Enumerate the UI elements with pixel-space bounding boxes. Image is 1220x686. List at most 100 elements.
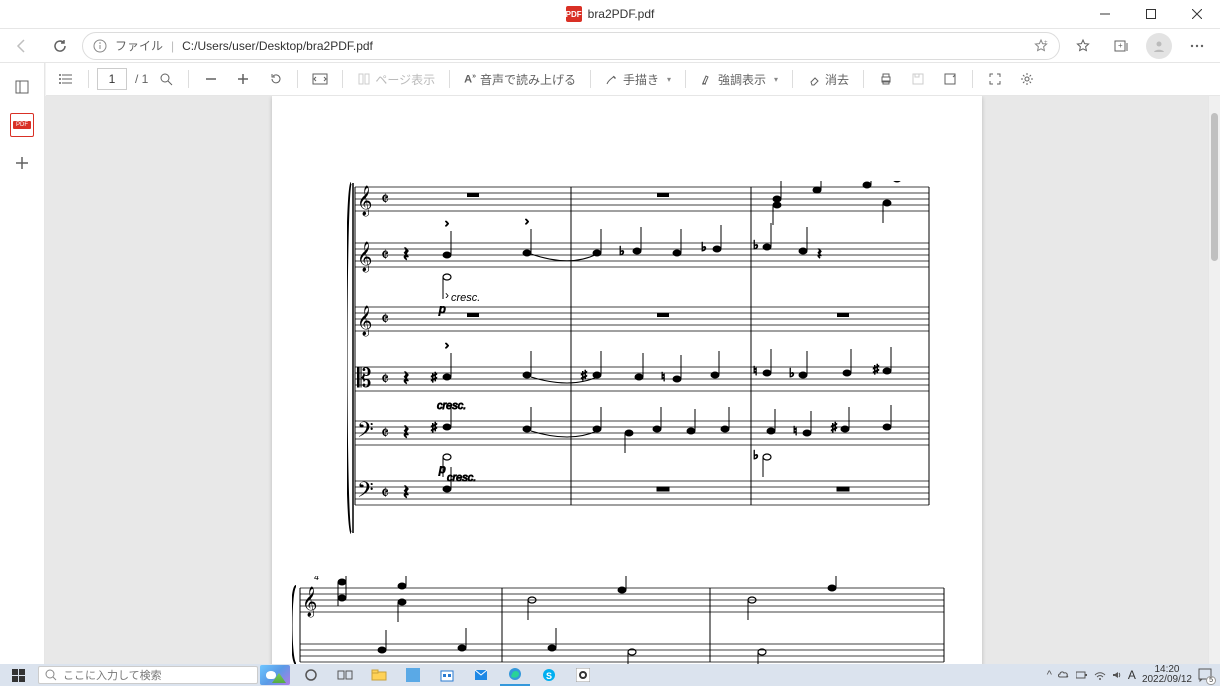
music-score-system-1: 𝄞 𝄞 𝄞 𝄡 𝄢 𝄢 𝄵𝄵𝄵𝄵𝄵𝄵	[347, 181, 937, 541]
svg-text:♮: ♮	[661, 370, 665, 384]
svg-text:𝄞: 𝄞	[302, 586, 317, 618]
taskbar-weather[interactable]	[260, 664, 290, 686]
svg-text:›: ›	[445, 216, 449, 230]
print-button[interactable]	[872, 65, 900, 93]
rotate-button[interactable]	[261, 65, 289, 93]
erase-button[interactable]: 消去	[801, 65, 855, 93]
save-as-button[interactable]	[936, 65, 964, 93]
start-button[interactable]	[0, 664, 36, 686]
draw-button[interactable]: 手描き ▾	[599, 65, 677, 93]
zoom-in-button[interactable]	[229, 65, 257, 93]
svg-text:p: p	[438, 462, 446, 476]
favorites-button[interactable]	[1066, 29, 1100, 63]
toolbar-separator	[88, 70, 89, 88]
wifi-icon[interactable]	[1094, 670, 1106, 680]
chevron-down-icon: ▾	[774, 75, 778, 84]
tab-item[interactable]: PDF	[10, 113, 34, 137]
ime-indicator[interactable]: A	[1128, 668, 1136, 682]
window-minimize-button[interactable]	[1082, 0, 1128, 28]
taskbar-store[interactable]	[432, 664, 462, 686]
toolbar-separator	[792, 70, 793, 88]
profile-button[interactable]	[1142, 29, 1176, 63]
fullscreen-button[interactable]	[981, 65, 1009, 93]
svg-text:cresc.: cresc.	[447, 472, 476, 484]
page-number-input[interactable]	[97, 68, 127, 90]
onedrive-icon[interactable]	[1058, 670, 1070, 680]
toolbar-separator	[590, 70, 591, 88]
toolbar-separator	[297, 70, 298, 88]
new-tab-button[interactable]	[6, 147, 38, 179]
avatar-icon	[1146, 33, 1172, 59]
pdf-toolbar: / 1 ページ表示 A» 音声で読み上げる 手描き ▾ 強調表示 ▾ 消去	[46, 63, 1220, 96]
tab-rail: PDF	[0, 63, 45, 664]
notification-badge: 5	[1206, 676, 1216, 685]
windows-taskbar: ここに入力して検索 S ^ A 14:20 2022/09/12 5	[0, 664, 1220, 686]
music-score-system-2: 𝄞 4	[292, 576, 952, 664]
svg-text:𝄽: 𝄽	[403, 422, 409, 444]
taskbar-mail[interactable]	[466, 664, 496, 686]
svg-text:𝄵: 𝄵	[381, 189, 389, 209]
system-tray[interactable]: ^	[1047, 669, 1122, 681]
address-bar[interactable]: ファイル | C:/Users/user/Desktop/bra2PDF.pdf…	[82, 32, 1060, 60]
svg-text:𝄞: 𝄞	[357, 185, 372, 217]
rail-collapse-button[interactable]	[6, 71, 38, 103]
address-separator: |	[171, 39, 174, 53]
search-button[interactable]	[152, 65, 180, 93]
svg-text:+: +	[1118, 41, 1123, 50]
save-button[interactable]	[904, 65, 932, 93]
pdf-file-icon: PDF	[566, 6, 582, 22]
svg-text:𝄵: 𝄵	[381, 309, 389, 329]
volume-icon[interactable]	[1112, 670, 1122, 680]
window-maximize-button[interactable]	[1128, 0, 1174, 28]
taskbar-skype[interactable]: S	[534, 664, 564, 686]
svg-text:𝄞: 𝄞	[357, 241, 372, 273]
svg-text:4: 4	[314, 576, 319, 582]
fit-page-button[interactable]	[306, 65, 334, 93]
scroll-thumb[interactable]	[1211, 113, 1218, 261]
window-close-button[interactable]	[1174, 0, 1220, 28]
svg-text:♯: ♯	[581, 368, 587, 382]
windows-logo-icon	[12, 669, 25, 682]
collections-button[interactable]: +	[1104, 29, 1138, 63]
zoom-out-button[interactable]	[197, 65, 225, 93]
vertical-scrollbar[interactable]	[1208, 96, 1220, 664]
pdf-viewport[interactable]: 𝄞 𝄞 𝄞 𝄡 𝄢 𝄢 𝄵𝄵𝄵𝄵𝄵𝄵	[45, 96, 1208, 664]
page-view-label: ページ表示	[375, 71, 435, 88]
pdf-page: 𝄞 𝄞 𝄞 𝄡 𝄢 𝄢 𝄵𝄵𝄵𝄵𝄵𝄵	[272, 96, 982, 664]
svg-text:›: ›	[445, 288, 449, 302]
notifications-button[interactable]: 5	[1198, 668, 1212, 682]
highlight-button[interactable]: 強調表示 ▾	[694, 65, 784, 93]
nav-refresh-button[interactable]	[44, 30, 76, 62]
taskbar-edge[interactable]	[500, 664, 530, 686]
taskbar-search-placeholder: ここに入力して検索	[63, 667, 162, 683]
taskbar-search[interactable]: ここに入力して検索	[38, 666, 258, 684]
contents-button[interactable]	[52, 65, 80, 93]
favorites-star-icon[interactable]: +	[1033, 38, 1049, 54]
taskbar-explorer[interactable]	[364, 664, 394, 686]
toolbar-separator	[449, 70, 450, 88]
taskbar-app-generic[interactable]	[568, 664, 598, 686]
svg-text:♮: ♮	[793, 424, 797, 438]
svg-text:cresc.: cresc.	[451, 292, 480, 304]
battery-icon[interactable]	[1076, 670, 1088, 680]
svg-text:♯: ♯	[431, 370, 437, 384]
taskbar-taskview[interactable]	[330, 664, 360, 686]
window-title: bra2PDF.pdf	[588, 7, 655, 21]
taskbar-app-blue[interactable]	[398, 664, 428, 686]
svg-text:+: +	[1044, 40, 1048, 46]
svg-text:𝄽: 𝄽	[403, 482, 409, 504]
taskbar-cortana[interactable]	[296, 664, 326, 686]
read-aloud-button[interactable]: A» 音声で読み上げる	[458, 65, 582, 93]
svg-text:𝄵: 𝄵	[381, 423, 389, 443]
taskbar-clock[interactable]: 14:20 2022/09/12	[1142, 665, 1192, 685]
pdf-settings-button[interactable]	[1013, 65, 1041, 93]
svg-text:♭: ♭	[753, 448, 759, 462]
svg-text:𝄡: 𝄡	[357, 363, 372, 393]
page-view-button[interactable]: ページ表示	[351, 65, 441, 93]
svg-text:♯: ♯	[831, 420, 837, 434]
nav-back-button[interactable]	[6, 30, 38, 62]
svg-text:𝄢: 𝄢	[357, 417, 374, 447]
tray-chevron-icon[interactable]: ^	[1047, 669, 1052, 681]
settings-more-button[interactable]	[1180, 29, 1214, 63]
search-icon	[45, 669, 57, 681]
